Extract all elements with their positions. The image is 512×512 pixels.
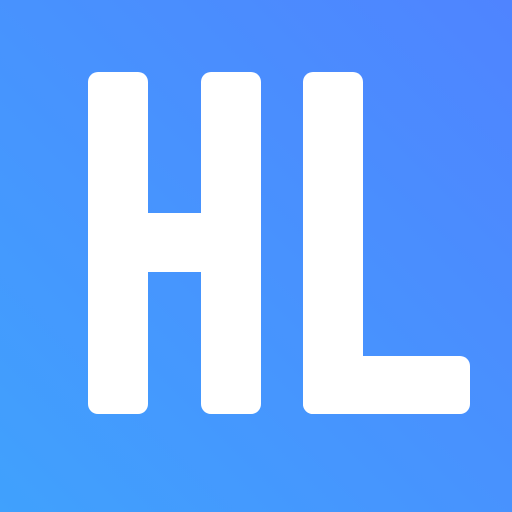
app-icon-tile: HL — [0, 0, 512, 512]
letter-h — [88, 72, 261, 414]
hl-monogram-logo — [88, 72, 470, 414]
letter-l — [303, 72, 470, 414]
